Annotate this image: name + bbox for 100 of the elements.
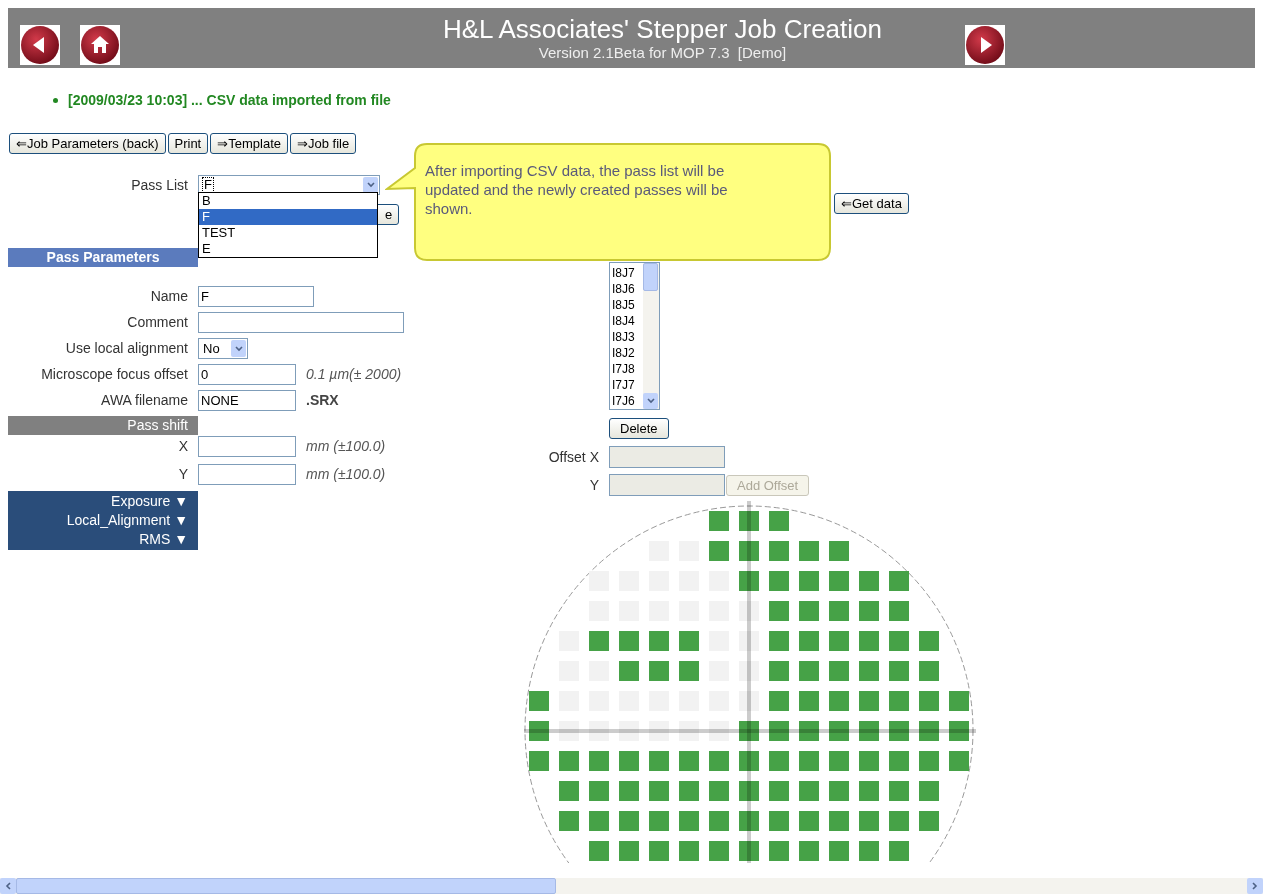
- toolbar-button[interactable]: ⇒Job file: [290, 133, 357, 154]
- die-square: [859, 721, 879, 741]
- die-list-item[interactable]: I8J6: [612, 281, 643, 297]
- die-square: [829, 841, 849, 861]
- dropdown-option[interactable]: TEST: [199, 225, 377, 241]
- dropdown-option[interactable]: F: [199, 209, 377, 225]
- die-square: [769, 571, 789, 591]
- die-list-item[interactable]: I8J5: [612, 297, 643, 313]
- vertical-scrollbar[interactable]: [643, 263, 659, 409]
- die-square: [769, 841, 789, 861]
- die-square: [769, 511, 789, 531]
- input-field[interactable]: [198, 436, 296, 457]
- die-list-item[interactable]: I7J6: [612, 393, 643, 409]
- hint-text: mm (±100.0): [306, 465, 386, 484]
- toolbar-button[interactable]: ⇒Template: [210, 133, 288, 154]
- die-square: [829, 751, 849, 771]
- section-toggle[interactable]: RMS ▼: [139, 530, 188, 549]
- die-square: [739, 811, 759, 831]
- die-square: [649, 811, 669, 831]
- die-square: [919, 631, 939, 651]
- input-field[interactable]: [198, 312, 404, 333]
- die-square: [799, 811, 819, 831]
- input-field[interactable]: [198, 464, 296, 485]
- select-field[interactable]: No: [198, 338, 248, 359]
- dropdown-option[interactable]: E: [199, 241, 377, 257]
- input-field[interactable]: F: [198, 286, 314, 307]
- section-toggle[interactable]: Exposure ▼: [111, 492, 188, 511]
- die-square: [709, 511, 729, 531]
- die-square: [919, 811, 939, 831]
- die-square: [919, 721, 939, 741]
- page-title: H&L Associates' Stepper Job Creation: [443, 14, 882, 44]
- scrollbar-thumb[interactable]: [16, 878, 556, 894]
- get-data-button[interactable]: ⇐Get data: [834, 193, 909, 214]
- die-square: [859, 841, 879, 861]
- die-list[interactable]: I8J7 I8J6 I8J5 I8J4 I8J3 I8J2 I7J8 I7J7 I7J6: [609, 262, 660, 410]
- input-field[interactable]: 0: [198, 364, 296, 385]
- die-square: [889, 661, 909, 681]
- field-label: Use local alignment: [64, 339, 188, 358]
- die-square: [739, 571, 759, 591]
- die-square: [799, 571, 819, 591]
- die-list-item[interactable]: I8J4: [612, 313, 643, 329]
- die-square: [679, 661, 699, 681]
- die-square: [889, 721, 909, 741]
- die-square: [739, 541, 759, 561]
- scrollbar-thumb[interactable]: [643, 263, 658, 291]
- field-label: Y: [177, 465, 188, 484]
- die-square: [889, 841, 909, 861]
- scroll-down-icon[interactable]: [643, 393, 658, 409]
- die-square: [889, 601, 909, 621]
- die-square: [799, 781, 819, 801]
- section-header: Pass shift: [8, 416, 198, 435]
- pass-list-select[interactable]: F: [198, 175, 380, 195]
- toolbar-button[interactable]: Print: [167, 133, 209, 154]
- die-square: [769, 721, 789, 741]
- scroll-left-icon[interactable]: [0, 878, 16, 894]
- scroll-right-icon[interactable]: [1247, 878, 1263, 894]
- die-square: [799, 631, 819, 651]
- die-square: [859, 691, 879, 711]
- die-list-item[interactable]: I8J7: [612, 265, 643, 281]
- die-square: [529, 721, 549, 741]
- hint-text: mm (±100.0): [306, 437, 386, 456]
- die-list-item[interactable]: I7J8: [612, 361, 643, 377]
- die-square: [799, 751, 819, 771]
- die-square: [739, 751, 759, 771]
- back-arrow-icon[interactable]: [20, 25, 60, 65]
- die-square: [919, 751, 939, 771]
- die-square: [949, 751, 969, 771]
- die-list-item[interactable]: I8J3: [612, 329, 643, 345]
- blank-square: [709, 721, 729, 741]
- die-square: [709, 541, 729, 561]
- die-square: [679, 841, 699, 861]
- hint-text: 0.1 µm(± 2000): [306, 365, 402, 384]
- die-square: [889, 751, 909, 771]
- field-label: X: [177, 437, 188, 456]
- die-square: [829, 781, 849, 801]
- die-square: [559, 811, 579, 831]
- die-square: [769, 541, 789, 561]
- horizontal-scrollbar[interactable]: [0, 878, 1263, 894]
- die-square: [589, 751, 609, 771]
- blank-square: [649, 721, 669, 741]
- die-square: [769, 601, 789, 621]
- die-square: [859, 601, 879, 621]
- die-square: [709, 841, 729, 861]
- die-square: [589, 841, 609, 861]
- delete-button[interactable]: Delete: [609, 418, 669, 439]
- die-square: [619, 661, 639, 681]
- die-square: [799, 721, 819, 741]
- blank-square: [739, 631, 759, 651]
- input-field[interactable]: NONE: [198, 390, 296, 411]
- die-square: [559, 781, 579, 801]
- die-square: [919, 661, 939, 681]
- home-icon[interactable]: [80, 25, 120, 65]
- section-toggle[interactable]: Local_Alignment ▼: [66, 511, 188, 530]
- die-list-item[interactable]: I8J2: [612, 345, 643, 361]
- toolbar-button[interactable]: ⇐Job Parameters (back): [9, 133, 166, 154]
- die-square: [859, 811, 879, 831]
- die-list-item[interactable]: I7J7: [612, 377, 643, 393]
- die-square: [829, 541, 849, 561]
- forward-arrow-icon[interactable]: [965, 25, 1005, 65]
- field-label: Y: [588, 475, 599, 495]
